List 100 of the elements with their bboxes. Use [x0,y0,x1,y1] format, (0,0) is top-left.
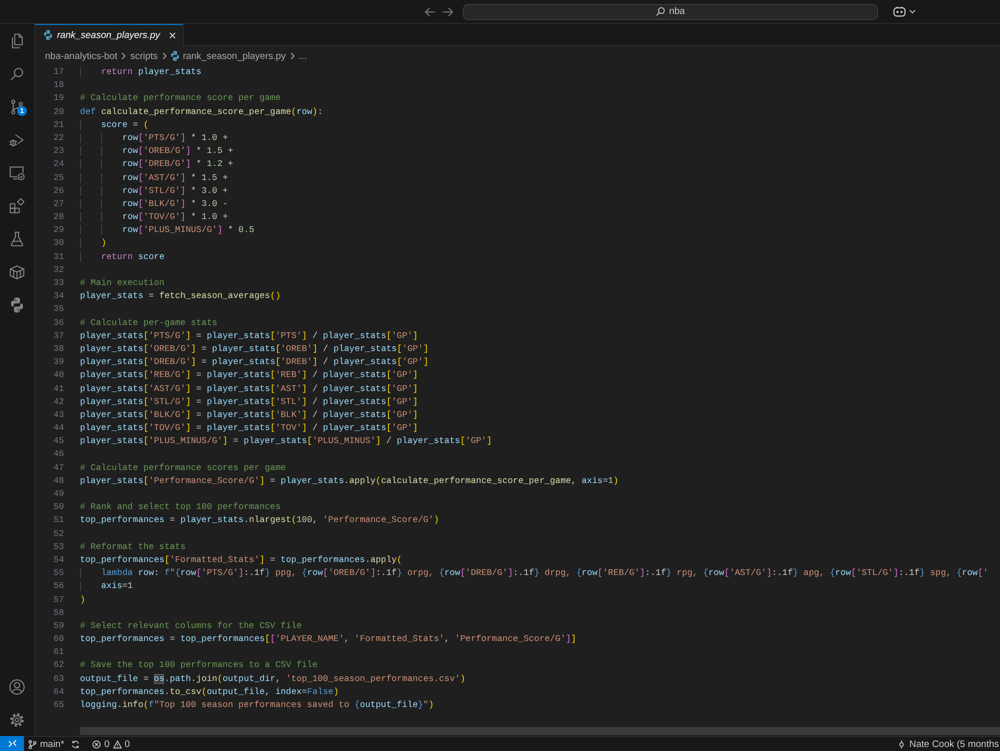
monitor-check-icon[interactable] [8,164,26,182]
line-number: 60 [52,633,64,646]
line-number: 33 [52,277,64,290]
code-line: player_stats['DREB/G'] = player_stats['DREB'] / player_stats['GP'] [80,356,428,370]
line-number: 40 [52,369,64,382]
line-number: 30 [52,237,64,250]
line-number: 48 [52,474,64,488]
breadcrumb-item[interactable]: scripts [130,50,158,62]
code-line: player_stats['REB/G'] = player_stats['REB'] / player_stats['GP'] [80,369,418,382]
line-number: 62 [52,659,64,672]
line-number: 24 [52,158,64,172]
line-number: 23 [52,145,64,158]
code-line: row['PTS/G'] * 1.0 + [80,132,228,146]
code-line: row['DREB/G'] * 1.2 + [80,158,234,172]
code-line: player_stats['PLUS_MINUS/G'] = player_stats['PLUS_MINUS'] / player_stats['GP'] [80,435,492,448]
code-line: return score [80,250,164,264]
person-icon[interactable] [8,678,26,696]
code-line: ) [80,237,106,251]
code-line: score = ( [80,118,149,132]
breadcrumb-item[interactable]: nba-analytics-bot [45,50,118,62]
line-number: 42 [52,396,64,409]
line-number: 54 [52,554,64,567]
blocks-icon[interactable] [8,196,26,214]
flask-icon[interactable] [8,230,26,248]
line-number: 38 [52,342,64,356]
code-line: ) [80,594,86,606]
sync-icon[interactable] [71,740,80,748]
line-number: 41 [52,382,64,396]
line-number: 37 [52,330,64,343]
line-number: 45 [52,435,64,448]
code-line: player_stats['TOV/G'] = player_stats['TOV'] / player_stats['GP'] [80,422,418,436]
blame-button[interactable]: Nate Cook (5 months [893,737,1000,751]
code-line: lambda row: f"{row['PTS/G']:.1f} ppg, {row['OREB/G']:.1f} orpg, {row['DREB/G']:.1f} drpg, {row['REB/G']:.1f} rpg, {row['AST/G']:.1f} apg, {row['STL/G']:.1f} spg, {row[' [80,567,988,580]
line-number: 19 [52,92,64,106]
search-icon [656,7,666,16]
caret-icon[interactable] [909,9,916,14]
code-line: player_stats['Performance_Score/G'] = player_stats.apply(calculate_performance_score_per_game, axis=1) [80,474,619,488]
code-line: logging.info(f"Top 100 season performances saved to {output_file}") [80,699,434,712]
code-line: # Reformat the stats [80,540,186,554]
robot-face-icon[interactable] [893,6,906,17]
scrollbar-thumb[interactable] [80,727,1000,735]
code-line: axis=1 [80,580,133,594]
line-number: 36 [52,316,64,330]
code-line: player_stats['BLK/G'] = player_stats['BLK'] / player_stats['GP'] [80,408,418,422]
python-logo-icon[interactable] [8,296,26,314]
chevron-icon [290,52,295,60]
line-number: 52 [52,528,64,541]
branch-button[interactable]: main* [24,737,68,751]
code-line: # Select relevant columns for the CSV file [80,620,302,633]
line-number: 46 [52,448,64,462]
code-line: # Save the top 100 performances to a CSV file [80,659,318,672]
breadcrumb-item[interactable]: rank_season_players.py [170,50,286,62]
back-arrow-icon[interactable] [424,6,436,18]
line-number: 34 [52,290,64,304]
code-line: def calculate_performance_score_per_game(row): [80,106,323,119]
forward-arrow-icon[interactable] [442,6,454,18]
line-number: 35 [52,303,64,316]
code-line: return player_stats [80,66,202,80]
line-number: 28 [52,211,64,224]
code-line: row['TOV/G'] * 1.0 + [80,211,228,224]
line-number: 57 [52,594,64,606]
line-number: 31 [52,250,64,264]
code-line: row['AST/G'] * 1.5 + [80,172,228,185]
line-number: 43 [52,408,64,422]
line-number: 51 [52,514,64,528]
code-line: player_stats = fetch_season_averages() [80,290,281,304]
code-line: row['STL/G'] * 3.0 + [80,184,228,198]
code-line: # Rank and select top 100 performances [80,501,281,514]
line-number: 17 [52,66,64,79]
line-number: 64 [52,686,64,699]
settings-icon[interactable] [8,710,26,728]
line-number: 20 [52,106,64,119]
line-number: 65 [52,699,64,712]
code-line: output_file = os.path.join(output_dir, 'top_100_season_performances.csv') [80,672,466,686]
line-number: 21 [52,118,64,132]
chevron-icon [121,52,126,60]
line-number: 22 [52,132,64,145]
line-number: 61 [52,646,64,660]
code-line: # Main execution [80,277,164,290]
line-number: 55 [52,567,64,580]
cube-icon[interactable] [8,262,26,280]
problems-button[interactable]: 0 0 [88,737,134,751]
line-number: 44 [52,422,64,436]
code-line: player_stats['OREB/G'] = player_stats['OREB'] / player_stats['GP'] [80,342,428,356]
commit-icon [897,740,906,748]
line-number: 25 [52,172,64,184]
line-number: 59 [52,620,64,633]
editor-tab[interactable]: rank_season_players.py [35,24,184,46]
close-icon[interactable] [168,32,176,38]
code-line: # Calculate performance score per game [80,92,281,106]
remote-button[interactable] [0,736,24,751]
code-line: row['PLUS_MINUS/G'] * 0.5 [80,224,254,238]
line-number: 63 [52,672,64,686]
breadcrumb-item[interactable]: ... [298,50,307,62]
code-line: # Calculate per-game stats [80,316,218,330]
remote-icon [8,739,16,748]
search-field[interactable]: nba [463,4,878,20]
chevron-icon [162,52,167,60]
line-number: 39 [52,356,64,370]
line-number: 49 [52,488,64,501]
